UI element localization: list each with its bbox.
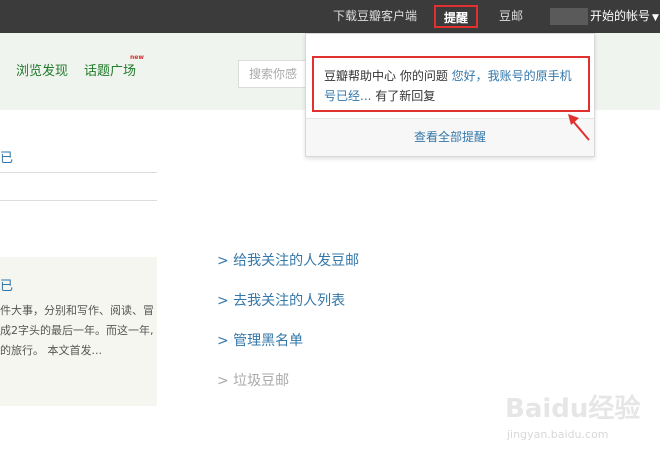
left-link[interactable]: 已 [0,147,13,166]
spam-mail-link[interactable]: > 垃圾豆邮 [217,370,289,390]
account-name: 开始的帐号 [590,9,651,23]
top-nav-bar: 下载豆瓣客户端 提醒 豆邮 开始的帐号 ▼ [0,0,660,33]
notification-prefix: 豆瓣帮助中心 你的问题 [324,69,452,83]
mail-link[interactable]: 豆邮 [499,0,523,33]
annotation-arrow-icon [568,114,590,141]
divider [0,172,157,173]
nav-browse[interactable]: 浏览发现 [16,60,68,79]
nav-topics[interactable]: 话题广场 [84,60,136,79]
card-text-line: 的旅行。 本文首发... [0,344,102,357]
account-menu[interactable]: 开始的帐号 ▼ [590,0,659,33]
card-text-line: 成2字头的最后一年。而这一年, [0,324,154,337]
avatar[interactable] [550,8,588,25]
see-all-reminders-link[interactable]: 查看全部提醒 [306,119,594,156]
reminders-dropdown: 豆瓣帮助中心 你的问题 您好，我账号的原手机号已经... 有了新回复 查看全部提… [305,33,595,157]
caret-down-icon: ▼ [652,13,659,23]
followers-list-link[interactable]: > 去我关注的人列表 [217,290,345,310]
blacklist-link[interactable]: > 管理黑名单 [217,330,303,350]
reminders-link[interactable]: 提醒 [434,5,478,28]
new-badge: new [130,54,144,61]
card-text-line: 件大事，分别和写作、阅读、冒 [0,304,154,317]
divider [0,200,157,201]
notification-suffix: 有了新回复 [371,89,436,103]
baidu-watermark: Baidu经验 jingyan.baidu.com [505,388,653,448]
watermark-url: jingyan.baidu.com [507,428,609,441]
watermark-brand: Baidu经验 [505,394,641,424]
left-panel: 已 已 件大事，分别和写作、阅读、冒 成2字头的最后一年。而这一年, 的旅行。 … [0,110,157,451]
notification-item[interactable]: 豆瓣帮助中心 你的问题 您好，我账号的原手机号已经... 有了新回复 [312,56,590,112]
download-client-link[interactable]: 下载豆瓣客户端 [333,0,417,33]
send-mail-to-followers-link[interactable]: > 给我关注的人发豆邮 [217,250,359,270]
article-card: 已 件大事，分别和写作、阅读、冒 成2字头的最后一年。而这一年, 的旅行。 本文… [0,257,157,406]
card-title[interactable]: 已 [0,275,13,294]
